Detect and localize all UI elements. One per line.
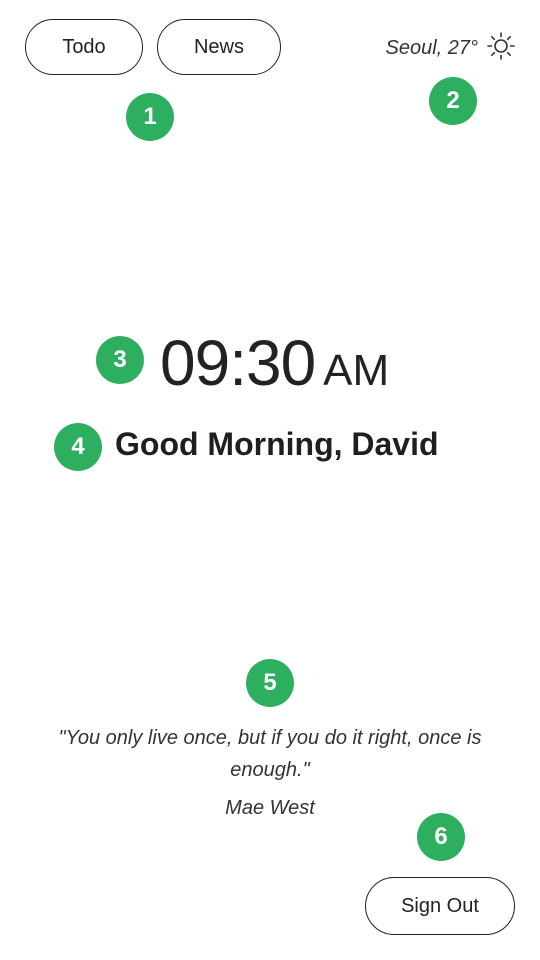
marker-badge-4: 4 [54, 423, 102, 471]
clock-period: AM [323, 346, 390, 395]
sun-icon [486, 31, 516, 66]
quote-author: Mae West [225, 797, 315, 819]
todo-button[interactable]: Todo [25, 19, 143, 75]
quote-text: "You only live once, but if you do it ri… [58, 727, 482, 781]
news-button[interactable]: News [157, 19, 281, 75]
marker-badge-1: 1 [126, 93, 174, 141]
clock: 09:30 AM [160, 326, 389, 400]
clock-time: 09:30 [160, 327, 316, 399]
greeting-text: Good Morning, David [115, 426, 439, 462]
marker-badge-5: 5 [246, 659, 294, 707]
sign-out-button[interactable]: Sign Out [365, 877, 515, 935]
marker-badge-3: 3 [96, 336, 144, 384]
weather-widget: Seoul, 27° [385, 31, 516, 66]
weather-label: Seoul, 27° [385, 36, 478, 59]
marker-badge-6: 6 [417, 813, 465, 861]
marker-badge-2: 2 [429, 77, 477, 125]
